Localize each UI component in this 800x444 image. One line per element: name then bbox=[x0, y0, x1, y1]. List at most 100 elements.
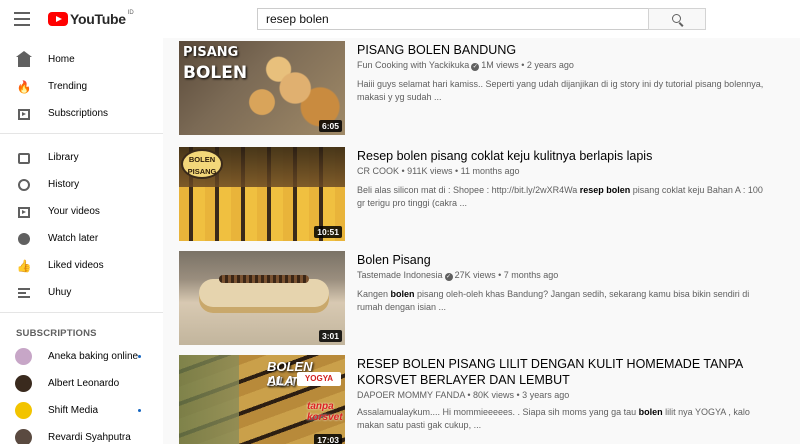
verified-icon: ✓ bbox=[471, 63, 480, 71]
subscription-label: Revardi Syahputra bbox=[48, 432, 131, 443]
sidebar-item-label: Liked videos bbox=[48, 260, 104, 271]
video-description: Assalamualaykum.... Hi mommieeeees. . Si… bbox=[357, 406, 767, 432]
description-text: Kangen bbox=[357, 289, 391, 299]
liked-videos-icon: 👍 bbox=[16, 259, 32, 273]
search-input[interactable]: resep bolen bbox=[257, 8, 649, 30]
video-duration: 17:03 bbox=[314, 434, 342, 444]
subscription-item[interactable]: Aneka baking online bbox=[0, 343, 163, 370]
subscription-item[interactable]: Shift Media bbox=[0, 397, 163, 424]
logo-country-code: ID bbox=[127, 10, 134, 16]
thumbnail-text: PISANG bbox=[183, 45, 239, 60]
thumbnail-text: PISANG bbox=[187, 167, 217, 176]
playlist-icon bbox=[17, 286, 31, 300]
subscriptions-icon bbox=[17, 107, 31, 121]
sidebar-item-uhuy[interactable]: Uhuy bbox=[0, 279, 163, 306]
description-text: pisang oleh-oleh khas Bandung? Jangan se… bbox=[357, 289, 750, 312]
subscription-item[interactable]: Albert Leonardo bbox=[0, 370, 163, 397]
menu-icon[interactable] bbox=[14, 12, 30, 26]
video-thumbnail[interactable]: BOLEN PISANG 10:51 bbox=[179, 147, 345, 241]
watch-later-icon bbox=[17, 232, 31, 246]
yogya-logo: YOGYA bbox=[297, 372, 341, 386]
subscription-label: Aneka baking online bbox=[48, 351, 139, 362]
library-icon bbox=[17, 151, 31, 165]
avatar bbox=[15, 348, 32, 365]
channel-name[interactable]: DAPOER MOMMY FANDA bbox=[357, 390, 465, 400]
subscription-label: Shift Media bbox=[48, 405, 99, 416]
sidebar-item-library[interactable]: Library bbox=[0, 144, 163, 171]
channel-name[interactable]: Fun Cooking with Yackikuka bbox=[357, 60, 469, 70]
description-highlight: bolen bbox=[390, 289, 415, 299]
video-result: BOLEN PISANG 10:51 Resep bolen pisang co… bbox=[179, 147, 799, 243]
new-content-dot bbox=[138, 355, 141, 358]
video-title[interactable]: PISANG BOLEN BANDUNG bbox=[357, 42, 797, 58]
your-videos-icon bbox=[17, 205, 31, 219]
video-duration: 6:05 bbox=[318, 120, 342, 132]
sidebar-item-your-videos[interactable]: Your videos bbox=[0, 198, 163, 225]
description-text: Assalamualaykum.... Hi mommieeeees. . Si… bbox=[357, 407, 639, 417]
trending-icon: 🔥 bbox=[16, 80, 32, 94]
video-description: Beli alas silicon mat di : Shopee : http… bbox=[357, 184, 767, 210]
views-and-date: 27K views • 7 months ago bbox=[454, 270, 559, 280]
video-thumbnail[interactable]: PISANG BOLEN 6:05 bbox=[179, 41, 345, 135]
video-title[interactable]: RESEP BOLEN PISANG LILIT DENGAN KULIT HO… bbox=[357, 356, 797, 388]
video-meta: Fun Cooking with Yackikuka ✓ 1M views • 2 … bbox=[357, 60, 574, 71]
sidebar-item-label: Subscriptions bbox=[48, 108, 109, 119]
avatar bbox=[15, 375, 32, 392]
description-text: Beli alas silicon mat di : Shopee : http… bbox=[357, 185, 580, 195]
thumbnail-text: tanpa korsvet bbox=[307, 401, 343, 423]
avatar bbox=[15, 429, 32, 444]
thumbnail-text: ALA bbox=[267, 373, 294, 388]
views-and-date: 80K views • 3 years ago bbox=[473, 390, 570, 400]
sidebar-item-subscriptions[interactable]: Subscriptions bbox=[0, 100, 163, 127]
video-thumbnail[interactable]: BOLEN LILIT ALA YOGYA tanpa korsvet 17:0… bbox=[179, 355, 345, 444]
video-meta: Tastemade Indonesia ✓ 27K views • 7 months… bbox=[357, 270, 558, 281]
video-thumbnail[interactable]: 3:01 bbox=[179, 251, 345, 345]
sidebar-item-label: Trending bbox=[48, 81, 88, 92]
video-result: PISANG BOLEN 6:05 PISANG BOLEN BANDUNG F… bbox=[179, 41, 799, 137]
video-description: Haiii guys selamat hari kamiss.. Seperti… bbox=[357, 79, 764, 102]
description-highlight: resep bolen bbox=[579, 185, 631, 195]
home-icon bbox=[16, 51, 32, 67]
subscription-item[interactable]: Revardi Syahputra bbox=[0, 424, 163, 444]
sidebar-item-history[interactable]: History bbox=[0, 171, 163, 198]
description-highlight: bolen bbox=[638, 407, 663, 417]
sidebar-item-label: Watch later bbox=[48, 233, 99, 244]
channel-name[interactable]: Tastemade Indonesia bbox=[357, 270, 443, 280]
sidebar-item-label: Home bbox=[48, 54, 75, 65]
divider bbox=[0, 312, 163, 313]
thumbnail-text: BOLEN bbox=[188, 155, 216, 164]
history-icon bbox=[17, 178, 31, 192]
youtube-play-icon bbox=[48, 12, 68, 26]
sidebar-item-label: Your videos bbox=[48, 206, 100, 217]
video-description: Kangen bolen pisang oleh-oleh khas Bandu… bbox=[357, 288, 767, 314]
logo-text: YouTube bbox=[70, 11, 126, 27]
video-duration: 3:01 bbox=[318, 330, 342, 342]
verified-icon: ✓ bbox=[444, 273, 453, 281]
sidebar: Home 🔥 Trending Subscriptions Library Hi… bbox=[0, 38, 163, 444]
subscriptions-section-title: SUBSCRIPTIONS bbox=[16, 328, 97, 339]
search-icon bbox=[672, 14, 681, 23]
views-and-date: 911K views • 11 months ago bbox=[407, 166, 520, 176]
sidebar-item-home[interactable]: Home bbox=[0, 46, 163, 73]
channel-name[interactable]: CR COOK bbox=[357, 166, 399, 176]
sidebar-item-trending[interactable]: 🔥 Trending bbox=[0, 73, 163, 100]
video-result: BOLEN LILIT ALA YOGYA tanpa korsvet 17:0… bbox=[179, 355, 799, 444]
youtube-logo[interactable]: YouTube ID bbox=[48, 10, 134, 27]
video-meta: DAPOER MOMMY FANDA • 80K views • 3 years… bbox=[357, 390, 570, 400]
new-content-dot bbox=[138, 409, 141, 412]
top-bar: YouTube ID resep bolen bbox=[0, 0, 800, 38]
video-result: 3:01 Bolen Pisang Tastemade Indonesia ✓ 27… bbox=[179, 251, 799, 347]
video-meta: CR COOK • 911K views • 11 months ago bbox=[357, 166, 520, 176]
video-duration: 10:51 bbox=[314, 226, 342, 238]
divider bbox=[0, 133, 163, 134]
subscription-label: Albert Leonardo bbox=[48, 378, 120, 389]
video-title[interactable]: Resep bolen pisang coklat keju kulitnya … bbox=[357, 148, 797, 164]
thumbnail-text: BOLEN bbox=[183, 63, 248, 83]
views-and-date: 1M views • 2 years ago bbox=[481, 60, 574, 70]
video-title[interactable]: Bolen Pisang bbox=[357, 252, 797, 268]
sidebar-item-label: Uhuy bbox=[48, 287, 72, 298]
sidebar-item-watch-later[interactable]: Watch later bbox=[0, 225, 163, 252]
sidebar-item-liked-videos[interactable]: 👍 Liked videos bbox=[0, 252, 163, 279]
search-button[interactable] bbox=[648, 8, 706, 30]
sidebar-item-label: History bbox=[48, 179, 80, 190]
